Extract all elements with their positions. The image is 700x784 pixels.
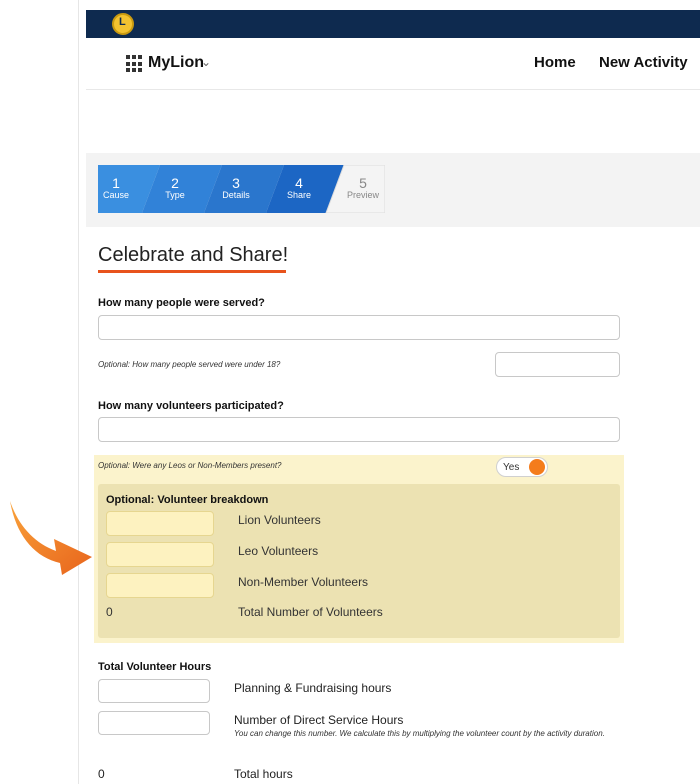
non-member-volunteers-input[interactable] [106, 573, 214, 598]
left-gutter [0, 0, 78, 784]
under-18-input[interactable] [495, 352, 620, 377]
step-number: 5 [359, 175, 367, 191]
step-details[interactable]: 3 Details [218, 165, 254, 213]
page-title: Celebrate and Share! [98, 244, 289, 266]
lion-volunteers-input[interactable] [106, 511, 214, 536]
step-label: Share [286, 190, 312, 200]
lions-logo-icon[interactable] [112, 13, 134, 35]
volunteer-hours-heading: Total Volunteer Hours [98, 661, 212, 673]
step-number: 3 [232, 175, 240, 191]
leo-volunteers-label: Leo Volunteers [238, 544, 319, 558]
step-number: 2 [171, 175, 179, 191]
progress-stepper: 1 Cause 2 Type 3 Details 4 Share 5 Previ… [98, 165, 385, 213]
direct-service-hours-input[interactable] [98, 711, 210, 735]
breakdown-heading: Optional: Volunteer breakdown [106, 494, 269, 506]
under-18-label: Optional: How many people served were un… [98, 360, 281, 369]
step-number: 1 [112, 175, 120, 191]
leos-present-toggle[interactable]: Yes [496, 457, 548, 477]
leos-present-label: Optional: Were any Leos or Non-Members p… [98, 461, 282, 470]
toggle-label: Yes [503, 462, 520, 473]
direct-service-hours-note: You can change this number. We calculate… [234, 729, 605, 738]
title-underline [98, 270, 286, 273]
step-label: Cause [102, 190, 129, 200]
step-number: 4 [295, 175, 303, 191]
step-cause[interactable]: 1 Cause [98, 165, 134, 213]
chevron-down-icon[interactable]: ⌄ [201, 55, 211, 69]
nav-bar: MyLion ⌄ Home New Activity [86, 38, 700, 90]
top-bar [86, 10, 700, 38]
step-label: Details [222, 190, 250, 200]
total-hours-label: Total hours [234, 767, 293, 781]
toggle-knob-icon [529, 459, 545, 475]
direct-service-hours-label: Number of Direct Service Hours [234, 713, 404, 727]
brand-name[interactable]: MyLion [148, 54, 204, 72]
people-served-label: How many people were served? [98, 297, 265, 309]
step-label: Type [165, 190, 185, 200]
planning-hours-input[interactable] [98, 679, 210, 703]
leo-volunteers-input[interactable] [106, 542, 214, 567]
people-served-input[interactable] [98, 315, 620, 340]
step-preview[interactable]: 5 Preview [344, 165, 382, 213]
nav-link-new-activity[interactable]: New Activity [599, 54, 688, 71]
total-hours-value: 0 [98, 767, 105, 781]
planning-hours-label: Planning & Fundraising hours [234, 681, 392, 695]
step-type[interactable]: 2 Type [160, 165, 190, 213]
total-volunteers-label: Total Number of Volunteers [238, 605, 383, 619]
orange-arrow-icon [10, 501, 92, 575]
step-share[interactable]: 4 Share [284, 165, 314, 213]
lion-volunteers-label: Lion Volunteers [238, 513, 321, 527]
total-volunteers-value: 0 [106, 605, 113, 619]
volunteers-input[interactable] [98, 417, 620, 442]
step-label: Preview [346, 190, 379, 200]
apps-grid-icon[interactable] [126, 55, 144, 73]
volunteers-label: How many volunteers participated? [98, 400, 284, 412]
nav-link-home[interactable]: Home [534, 54, 576, 71]
non-member-volunteers-label: Non-Member Volunteers [238, 575, 369, 589]
